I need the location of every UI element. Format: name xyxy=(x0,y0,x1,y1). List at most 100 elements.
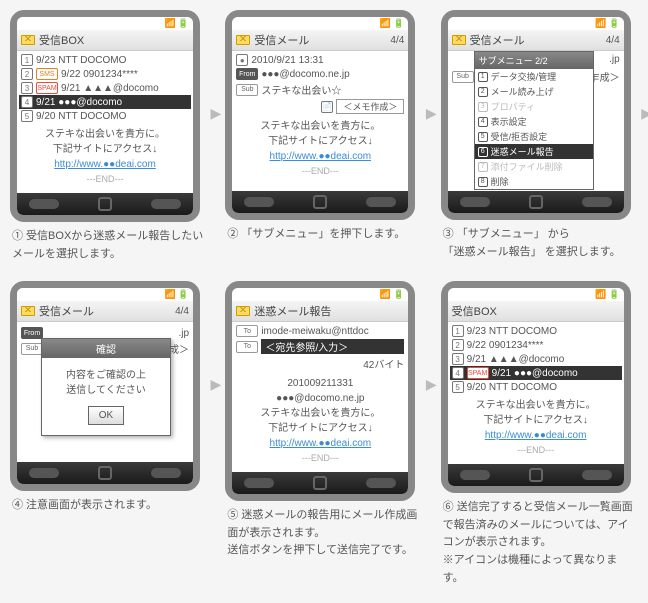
dialog-body: 内容をご確認の上送信してくださいOK xyxy=(42,358,170,435)
counter: 4/4 xyxy=(175,306,189,317)
soft-right[interactable] xyxy=(582,197,612,207)
content: From.jpSub乍成＞確認内容をご確認の上送信してくださいOK xyxy=(17,322,193,462)
list-item[interactable]: 59/20 NTT DOCOMO xyxy=(19,109,191,123)
row-text: 9/23 NTT DOCOMO xyxy=(467,326,620,337)
row-num: 1 xyxy=(21,54,33,66)
row-text: 9/23 NTT DOCOMO xyxy=(36,55,189,66)
title-bar: 受信BOX xyxy=(17,30,193,51)
row-num: 2 xyxy=(452,339,464,351)
submenu-item[interactable]: 2メール読み上げ xyxy=(475,84,593,99)
body-link[interactable]: http://www.●●deai.com xyxy=(270,151,372,162)
report-body: 201009211331●●●@docomo.ne.jpステキな出会いを貴方に。… xyxy=(234,372,406,470)
submenu-item[interactable]: 6迷惑メール報告 xyxy=(475,144,593,159)
row-num: 2 xyxy=(21,68,33,80)
soft-right[interactable] xyxy=(366,197,396,207)
soft-left[interactable] xyxy=(460,197,490,207)
soft-left[interactable] xyxy=(244,478,274,488)
submenu-item[interactable]: 5受信/拒否設定 xyxy=(475,129,593,144)
row-text: 9/20 NTT DOCOMO xyxy=(36,111,189,122)
from-row: From●●●@docomo.ne.jp xyxy=(234,67,406,81)
home-button[interactable] xyxy=(529,468,543,482)
screen: 📶🔋 受信メール4/4 ●2010/9/21 13:31 From●●●@doc… xyxy=(232,17,408,213)
row-text: 9/22 0901234**** xyxy=(61,69,189,80)
body-link[interactable]: http://www.●●deai.com xyxy=(485,430,587,441)
memo-row[interactable]: 📄＜メモ作成＞ xyxy=(234,98,406,115)
home-button[interactable] xyxy=(529,195,543,209)
soft-right[interactable] xyxy=(151,468,181,478)
arrow-icon: ▶ xyxy=(211,376,222,393)
badge: SPAM xyxy=(36,82,58,94)
mail-icon xyxy=(236,35,250,45)
mail-body: ステキな出会いを貴方に。下記サイトにアクセス↓http://www.●●deai… xyxy=(19,123,191,191)
submenu-item[interactable]: 8削除 xyxy=(475,174,593,189)
content: Toimode-meiwaku@nttdoc To＜宛先参照/入力＞ 42バイト… xyxy=(232,322,408,472)
list-item[interactable]: 49/21 ●●●@docomo xyxy=(19,95,191,109)
ok-button[interactable]: OK xyxy=(88,406,124,425)
title-bar: 受信BOX xyxy=(448,301,624,322)
screen-title: 受信BOX xyxy=(452,303,620,319)
soft-left[interactable] xyxy=(460,470,490,480)
soft-left[interactable] xyxy=(29,199,59,209)
status-bar: 📶🔋 xyxy=(232,17,408,30)
title-bar: 迷惑メール報告 xyxy=(232,301,408,322)
list-item[interactable]: 29/22 0901234**** xyxy=(450,338,622,352)
screen: 📶🔋 受信メール4/4 From.jpSub乍成＞確認内容をご確認の上送信してく… xyxy=(17,288,193,484)
list-item[interactable]: 39/21 ▲▲▲@docomo xyxy=(450,352,622,366)
soft-left[interactable] xyxy=(244,197,274,207)
home-button[interactable] xyxy=(313,476,327,490)
step-4: 📶🔋 受信メール4/4 From.jpSub乍成＞確認内容をご確認の上送信してく… xyxy=(10,281,207,593)
list-item[interactable]: 3SPAM9/21 ▲▲▲@docomo xyxy=(19,81,191,95)
badge: SPAM xyxy=(467,367,489,379)
caption: ④ 注意画面が表示されます。 xyxy=(10,491,207,521)
row-num: 5 xyxy=(21,110,33,122)
row-text: 9/22 0901234**** xyxy=(467,340,620,351)
counter: 4/4 xyxy=(606,35,620,46)
soft-left[interactable] xyxy=(29,468,59,478)
to2-row[interactable]: To＜宛先参照/入力＞ xyxy=(234,338,406,355)
home-button[interactable] xyxy=(98,197,112,211)
content: 19/23 NTT DOCOMO29/22 0901234****39/21 ▲… xyxy=(448,322,624,464)
submenu-item[interactable]: 3プロパティ xyxy=(475,99,593,114)
step-num: ④ xyxy=(12,499,23,511)
row-num: 5 xyxy=(452,381,464,393)
submenu-item[interactable]: 1データ交換/管理 xyxy=(475,69,593,84)
mail-icon xyxy=(452,35,466,45)
mail-body: ステキな出会いを貴方に。下記サイトにアクセス↓http://www.●●deai… xyxy=(234,115,406,183)
submenu-item[interactable]: 7添付ファイル削除 xyxy=(475,159,593,174)
step-num: ③ xyxy=(443,228,454,240)
phone-frame: 📶🔋 受信メール4/4 .jpSub乍成＞サブメニュー 2/21データ交換/管理… xyxy=(441,10,631,220)
end-marker: ---END--- xyxy=(302,166,339,176)
soft-right[interactable] xyxy=(582,470,612,480)
status-bar: 📶🔋 xyxy=(17,17,193,30)
bottom-bar xyxy=(232,191,408,213)
list-item[interactable]: 19/23 NTT DOCOMO xyxy=(450,324,622,338)
row-text: 9/21 ●●●@docomo xyxy=(36,97,189,108)
row-num: 3 xyxy=(452,353,464,365)
title-bar: 受信メール4/4 xyxy=(17,301,193,322)
status-bar: 📶🔋 xyxy=(17,288,193,301)
list-item[interactable]: 2SMS9/22 0901234**** xyxy=(19,67,191,81)
screen-title: 迷惑メール報告 xyxy=(254,303,404,319)
list-item[interactable]: 59/20 NTT DOCOMO xyxy=(450,380,622,394)
home-button[interactable] xyxy=(313,195,327,209)
row-num: 1 xyxy=(452,325,464,337)
to-row: Toimode-meiwaku@nttdoc xyxy=(234,324,406,338)
list-item[interactable]: 4SPAM9/21 ●●●@docomo xyxy=(450,366,622,380)
bottom-bar xyxy=(232,472,408,494)
submenu-item[interactable]: 4表示設定 xyxy=(475,114,593,129)
screen: 📶🔋 受信BOX 19/23 NTT DOCOMO29/22 0901234**… xyxy=(448,288,624,486)
end-marker: ---END--- xyxy=(87,174,124,184)
step-num: ⑥ xyxy=(443,501,454,513)
body-link[interactable]: http://www.●●deai.com xyxy=(54,159,156,170)
phone-frame: 📶🔋 迷惑メール報告 Toimode-meiwaku@nttdoc To＜宛先参… xyxy=(225,281,415,501)
end-marker: ---END--- xyxy=(517,445,554,455)
mail-icon xyxy=(236,306,250,316)
home-button[interactable] xyxy=(98,466,112,480)
screen-title: 受信メール xyxy=(254,32,390,48)
list-item[interactable]: 19/23 NTT DOCOMO xyxy=(19,53,191,67)
soft-right[interactable] xyxy=(366,478,396,488)
row-num: 4 xyxy=(452,367,464,379)
soft-right[interactable] xyxy=(151,199,181,209)
bottom-bar xyxy=(17,193,193,215)
phone-frame: 📶🔋 受信メール4/4 From.jpSub乍成＞確認内容をご確認の上送信してく… xyxy=(10,281,200,491)
